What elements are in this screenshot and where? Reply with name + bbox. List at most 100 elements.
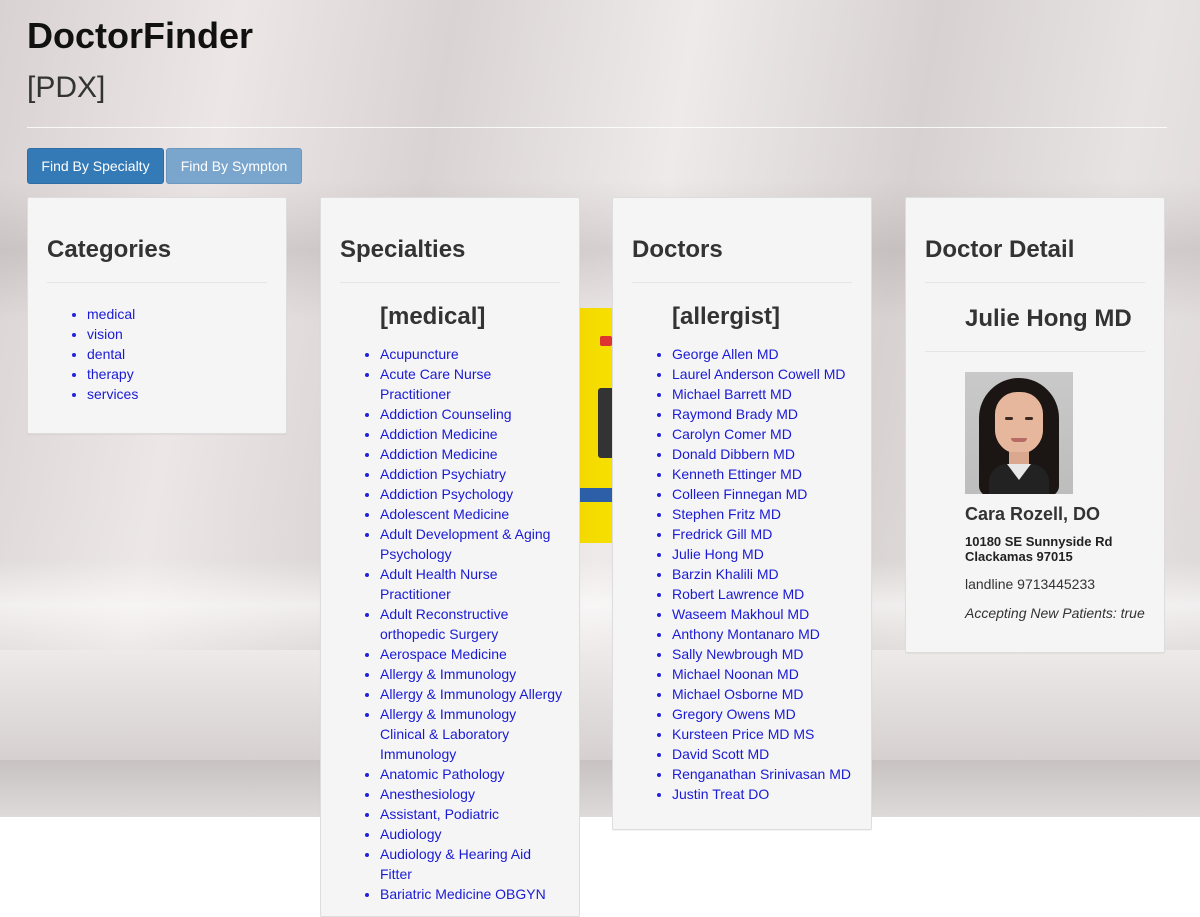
specialty-item[interactable]: Addiction Psychiatry [380, 464, 579, 484]
specialty-item-link[interactable]: Allergy & Immunology Allergy [380, 686, 562, 702]
find-by-symptom-button[interactable]: Find By Sympton [166, 148, 302, 184]
doctor-item-link[interactable]: Fredrick Gill MD [672, 526, 772, 542]
doctor-item-link[interactable]: Donald Dibbern MD [672, 446, 795, 462]
find-by-specialty-button[interactable]: Find By Specialty [27, 148, 164, 184]
specialty-item[interactable]: Adolescent Medicine [380, 504, 579, 524]
doctor-item-link[interactable]: Sally Newbrough MD [672, 646, 804, 662]
doctor-item-link[interactable]: Laurel Anderson Cowell MD [672, 366, 846, 382]
category-item-link[interactable]: therapy [87, 366, 134, 382]
doctor-item[interactable]: Michael Osborne MD [672, 684, 871, 704]
doctor-item[interactable]: Barzin Khalili MD [672, 564, 871, 584]
doctor-item[interactable]: Colleen Finnegan MD [672, 484, 871, 504]
doctor-item-link[interactable]: Kenneth Ettinger MD [672, 466, 802, 482]
category-item[interactable]: dental [87, 344, 286, 364]
specialty-item-link[interactable]: Adult Health Nurse Practitioner [380, 566, 498, 602]
doctor-item[interactable]: Anthony Montanaro MD [672, 624, 871, 644]
specialty-item[interactable]: Audiology & Hearing Aid Fitter [380, 844, 579, 884]
category-item-link[interactable]: vision [87, 326, 123, 342]
category-item-link[interactable]: services [87, 386, 138, 402]
specialty-item-link[interactable]: Allergy & Immunology [380, 666, 516, 682]
specialty-item[interactable]: Bariatric Medicine OBGYN [380, 884, 579, 904]
doctor-item[interactable]: Carolyn Comer MD [672, 424, 871, 444]
doctor-item-link[interactable]: Julie Hong MD [672, 546, 764, 562]
specialty-item-link[interactable]: Adult Development & Aging Psychology [380, 526, 550, 562]
doctor-item[interactable]: Fredrick Gill MD [672, 524, 871, 544]
specialty-item-link[interactable]: Acupuncture [380, 346, 459, 362]
specialty-item-link[interactable]: Assistant, Podiatric [380, 806, 499, 822]
specialty-item-link[interactable]: Audiology & Hearing Aid Fitter [380, 846, 531, 882]
specialty-item[interactable]: Adult Health Nurse Practitioner [380, 564, 579, 604]
specialty-item[interactable]: Allergy & Immunology Clinical & Laborato… [380, 704, 579, 764]
doctor-item[interactable]: Julie Hong MD [672, 544, 871, 564]
category-item[interactable]: medical [87, 304, 286, 324]
doctor-item-link[interactable]: Gregory Owens MD [672, 706, 796, 722]
doctor-item[interactable]: Laurel Anderson Cowell MD [672, 364, 871, 384]
specialty-item-link[interactable]: Addiction Counseling [380, 406, 512, 422]
doctor-item-link[interactable]: Michael Barrett MD [672, 386, 792, 402]
specialty-item-link[interactable]: Acute Care Nurse Practitioner [380, 366, 491, 402]
doctor-item[interactable]: Waseem Makhoul MD [672, 604, 871, 624]
specialty-item-link[interactable]: Allergy & Immunology Clinical & Laborato… [380, 706, 516, 762]
specialty-item[interactable]: Acupuncture [380, 344, 579, 364]
specialty-item[interactable]: Adult Reconstructive orthopedic Surgery [380, 604, 579, 644]
category-item-link[interactable]: medical [87, 306, 135, 322]
doctor-item[interactable]: Michael Barrett MD [672, 384, 871, 404]
specialty-item-link[interactable]: Addiction Medicine [380, 426, 498, 442]
doctor-item[interactable]: Renganathan Srinivasan MD [672, 764, 871, 784]
doctor-item-link[interactable]: Barzin Khalili MD [672, 566, 779, 582]
doctor-item-link[interactable]: Justin Treat DO [672, 786, 769, 802]
doctor-item[interactable]: Stephen Fritz MD [672, 504, 871, 524]
doctor-item[interactable]: Kenneth Ettinger MD [672, 464, 871, 484]
specialty-item[interactable]: Assistant, Podiatric [380, 804, 579, 824]
specialty-item[interactable]: Anesthesiology [380, 784, 579, 804]
specialty-item[interactable]: Audiology [380, 824, 579, 844]
specialty-item-link[interactable]: Addiction Psychology [380, 486, 513, 502]
specialty-item-link[interactable]: Addiction Psychiatry [380, 466, 506, 482]
doctor-item[interactable]: Robert Lawrence MD [672, 584, 871, 604]
specialty-item[interactable]: Acute Care Nurse Practitioner [380, 364, 579, 404]
specialty-item[interactable]: Addiction Medicine [380, 424, 579, 444]
specialty-item[interactable]: Addiction Psychology [380, 484, 579, 504]
doctor-item-link[interactable]: David Scott MD [672, 746, 769, 762]
specialty-item-link[interactable]: Aerospace Medicine [380, 646, 507, 662]
specialty-item-link[interactable]: Bariatric Medicine OBGYN [380, 886, 546, 902]
doctor-item-link[interactable]: Anthony Montanaro MD [672, 626, 820, 642]
category-item[interactable]: services [87, 384, 286, 404]
specialty-item[interactable]: Allergy & Immunology Allergy [380, 684, 579, 704]
specialty-item[interactable]: Adult Development & Aging Psychology [380, 524, 579, 564]
specialty-item-link[interactable]: Audiology [380, 826, 442, 842]
doctor-item[interactable]: Raymond Brady MD [672, 404, 871, 424]
category-item-link[interactable]: dental [87, 346, 125, 362]
doctor-item-link[interactable]: Colleen Finnegan MD [672, 486, 807, 502]
specialty-item[interactable]: Aerospace Medicine [380, 644, 579, 664]
doctor-item-link[interactable]: George Allen MD [672, 346, 779, 362]
specialty-item-link[interactable]: Adult Reconstructive orthopedic Surgery [380, 606, 508, 642]
specialty-item[interactable]: Addiction Medicine [380, 444, 579, 464]
specialty-item-link[interactable]: Anatomic Pathology [380, 766, 505, 782]
doctor-item[interactable]: George Allen MD [672, 344, 871, 364]
category-item[interactable]: therapy [87, 364, 286, 384]
specialty-item-link[interactable]: Addiction Medicine [380, 446, 498, 462]
doctor-item[interactable]: Gregory Owens MD [672, 704, 871, 724]
specialty-item[interactable]: Addiction Counseling [380, 404, 579, 424]
doctor-item-link[interactable]: Renganathan Srinivasan MD [672, 766, 851, 782]
doctor-item[interactable]: Sally Newbrough MD [672, 644, 871, 664]
doctor-item[interactable]: Kursteen Price MD MS [672, 724, 871, 744]
doctor-item[interactable]: Donald Dibbern MD [672, 444, 871, 464]
doctor-item-link[interactable]: Raymond Brady MD [672, 406, 798, 422]
doctor-item-link[interactable]: Michael Osborne MD [672, 686, 804, 702]
specialty-item-link[interactable]: Adolescent Medicine [380, 506, 509, 522]
specialty-item[interactable]: Anatomic Pathology [380, 764, 579, 784]
doctor-item[interactable]: Justin Treat DO [672, 784, 871, 804]
category-item[interactable]: vision [87, 324, 286, 344]
specialty-item-link[interactable]: Anesthesiology [380, 786, 475, 802]
doctor-item-link[interactable]: Michael Noonan MD [672, 666, 799, 682]
doctor-item[interactable]: Michael Noonan MD [672, 664, 871, 684]
doctor-item-link[interactable]: Kursteen Price MD MS [672, 726, 814, 742]
doctor-item-link[interactable]: Stephen Fritz MD [672, 506, 781, 522]
doctor-item-link[interactable]: Waseem Makhoul MD [672, 606, 809, 622]
doctor-item-link[interactable]: Robert Lawrence MD [672, 586, 804, 602]
doctor-item-link[interactable]: Carolyn Comer MD [672, 426, 792, 442]
specialty-item[interactable]: Allergy & Immunology [380, 664, 579, 684]
doctor-item[interactable]: David Scott MD [672, 744, 871, 764]
